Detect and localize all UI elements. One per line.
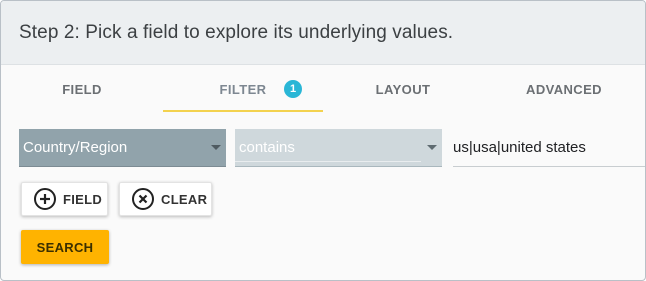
caret-down-icon [427,145,437,150]
operator-select-underline [235,161,422,162]
add-field-button[interactable]: FIELD [21,182,108,216]
search-button[interactable]: SEARCH [21,230,109,264]
tab-advanced[interactable]: ADVANCED [483,66,645,113]
step-header: Step 2: Pick a field to explore its unde… [1,1,645,65]
tab-layout[interactable]: LAYOUT [323,66,483,113]
clear-button[interactable]: CLEAR [119,182,212,216]
filter-value-input[interactable] [453,129,645,167]
filter-builder-panel: Step 2: Pick a field to explore its unde… [0,0,646,281]
filter-count-badge: 1 [284,80,302,98]
tab-field[interactable]: FIELD [1,66,163,113]
cancel-circle-icon [131,187,155,211]
field-select-value: Country/Region [23,139,128,156]
caret-down-icon [211,145,221,150]
operator-select-value: contains [239,139,295,156]
active-tab-indicator [163,110,323,112]
field-select[interactable]: Country/Region [19,129,226,167]
step-title: Step 2: Pick a field to explore its unde… [19,22,454,43]
add-field-label: FIELD [63,191,103,207]
tab-bar: FIELD FILTER LAYOUT ADVANCED [1,66,645,113]
clear-label: CLEAR [161,191,208,207]
operator-select[interactable]: contains [235,129,442,167]
add-circle-icon [33,187,57,211]
